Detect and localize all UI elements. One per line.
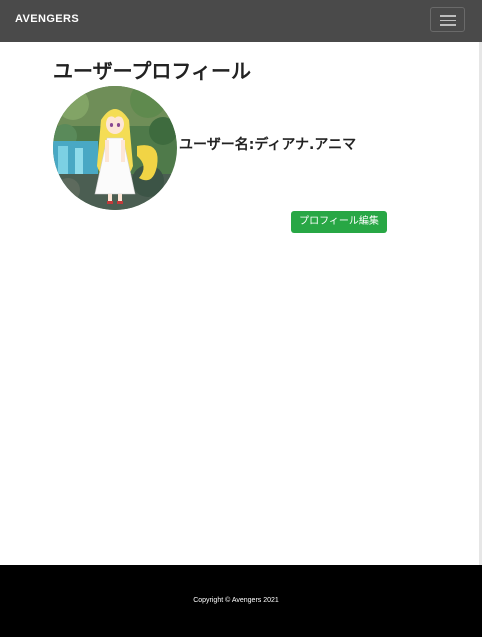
page: AVENGERS ユーザープロフィール ユーザー名:ディアナ.アニマ プロフィー… bbox=[0, 0, 482, 637]
edit-profile-button[interactable]: プロフィール編集 bbox=[291, 211, 387, 233]
navbar-brand[interactable]: AVENGERS bbox=[15, 13, 79, 25]
navbar-toggle-button[interactable] bbox=[430, 7, 465, 32]
footer-copyright: Copyright © Avengers 2021 bbox=[193, 597, 279, 604]
username-label: ユーザー名:ディアナ.アニマ bbox=[179, 137, 357, 153]
anime-character-avatar-image bbox=[53, 86, 177, 210]
footer: Copyright © Avengers 2021 bbox=[0, 565, 482, 637]
page-title: ユーザープロフィール bbox=[53, 59, 251, 83]
navbar: AVENGERS bbox=[0, 0, 482, 42]
avatar bbox=[53, 86, 177, 210]
